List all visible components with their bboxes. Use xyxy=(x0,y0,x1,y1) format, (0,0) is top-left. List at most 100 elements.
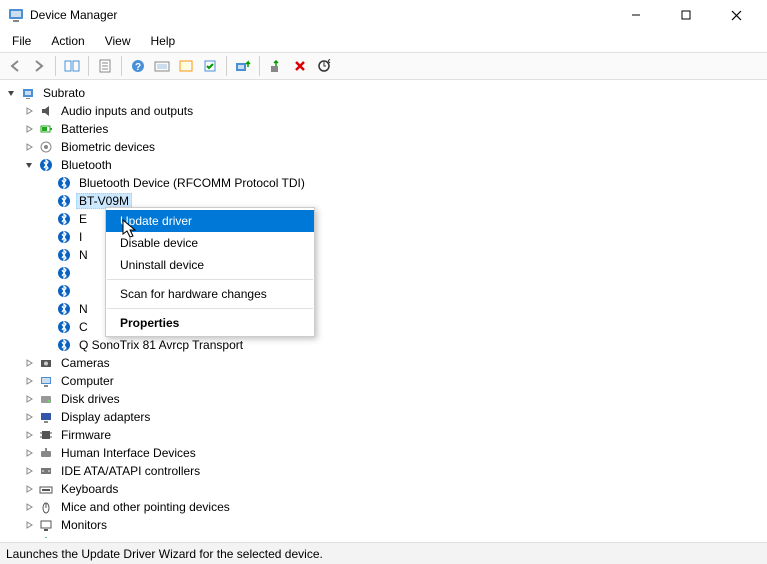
tree-category-3[interactable]: Bluetooth xyxy=(4,156,767,174)
expand-icon[interactable] xyxy=(22,410,36,424)
tree-category-12[interactable]: Mice and other pointing devices xyxy=(4,498,767,516)
expand-icon xyxy=(40,320,54,334)
context-menu-item-uninstall-device[interactable]: Uninstall device xyxy=(106,254,314,276)
close-button[interactable] xyxy=(713,2,759,28)
menu-help[interactable]: Help xyxy=(143,32,184,50)
uninstall-icon[interactable] xyxy=(265,55,287,77)
tree-item-label: Q SonoTrix 81 Avrcp Transport xyxy=(76,338,246,352)
properties-icon[interactable] xyxy=(94,55,116,77)
tree-category-10[interactable]: IDE ATA/ATAPI controllers xyxy=(4,462,767,480)
svg-text:?: ? xyxy=(135,62,141,73)
expand-icon[interactable] xyxy=(22,428,36,442)
expand-icon[interactable] xyxy=(22,122,36,136)
battery-icon xyxy=(38,121,54,137)
bluetooth-icon xyxy=(56,283,72,299)
tree-item-label: Network adapters xyxy=(58,536,158,538)
tree-item-label: Monitors xyxy=(58,518,110,532)
expand-icon xyxy=(40,176,54,190)
tree-category-9[interactable]: Human Interface Devices xyxy=(4,444,767,462)
tree-category-1[interactable]: Batteries xyxy=(4,120,767,138)
forward-icon[interactable] xyxy=(28,55,50,77)
bluetooth-icon xyxy=(56,337,72,353)
tree-item-label: C xyxy=(76,320,91,334)
enable-icon[interactable] xyxy=(199,55,221,77)
tree-category-6[interactable]: Disk drives xyxy=(4,390,767,408)
scan-icon[interactable] xyxy=(313,55,335,77)
tree-category-13[interactable]: Monitors xyxy=(4,516,767,534)
refresh-icon[interactable] xyxy=(175,55,197,77)
firmware-icon xyxy=(38,427,54,443)
tree-item-label: Audio inputs and outputs xyxy=(58,104,196,118)
tree-item-label: Firmware xyxy=(58,428,114,442)
expand-icon xyxy=(40,248,54,262)
expand-icon[interactable] xyxy=(22,392,36,406)
camera-icon xyxy=(38,355,54,371)
minimize-button[interactable] xyxy=(613,2,659,28)
tree-device-3-0[interactable]: Bluetooth Device (RFCOMM Protocol TDI) xyxy=(4,174,767,192)
tree-device-3-9[interactable]: Q SonoTrix 81 Avrcp Transport xyxy=(4,336,767,354)
context-menu-separator xyxy=(107,308,313,309)
monitor-icon xyxy=(38,517,54,533)
show-hidden-icon[interactable] xyxy=(61,55,83,77)
computer-icon xyxy=(38,373,54,389)
tree-item-label: Batteries xyxy=(58,122,111,136)
back-icon[interactable] xyxy=(4,55,26,77)
context-menu-item-update-driver[interactable]: Update driver xyxy=(106,210,314,232)
context-menu: Update driverDisable deviceUninstall dev… xyxy=(105,207,315,337)
expand-icon[interactable] xyxy=(22,500,36,514)
expand-icon[interactable] xyxy=(22,482,36,496)
tree-item-label: Mice and other pointing devices xyxy=(58,500,233,514)
hid-icon xyxy=(38,445,54,461)
tree-root[interactable]: Subrato xyxy=(4,84,767,102)
menubar: File Action View Help xyxy=(0,30,767,52)
tree-item-label: I xyxy=(76,230,85,244)
expand-icon[interactable] xyxy=(22,464,36,478)
expand-icon[interactable] xyxy=(22,140,36,154)
menu-view[interactable]: View xyxy=(97,32,139,50)
window-title: Device Manager xyxy=(30,8,613,22)
tree-category-0[interactable]: Audio inputs and outputs xyxy=(4,102,767,120)
tree-category-5[interactable]: Computer xyxy=(4,372,767,390)
tree-item-label: Display adapters xyxy=(58,410,153,424)
context-menu-item-properties[interactable]: Properties xyxy=(106,312,314,334)
disable-icon[interactable] xyxy=(289,55,311,77)
tree-category-2[interactable]: Biometric devices xyxy=(4,138,767,156)
expand-icon[interactable] xyxy=(22,446,36,460)
maximize-button[interactable] xyxy=(663,2,709,28)
bluetooth-icon xyxy=(56,211,72,227)
tree-category-8[interactable]: Firmware xyxy=(4,426,767,444)
tree-item-label: N xyxy=(76,302,91,316)
update-driver-icon[interactable] xyxy=(232,55,254,77)
tree-category-14[interactable]: Network adapters xyxy=(4,534,767,538)
expand-icon[interactable] xyxy=(4,86,18,100)
expand-icon[interactable] xyxy=(22,518,36,532)
tree-category-11[interactable]: Keyboards xyxy=(4,480,767,498)
expand-icon[interactable] xyxy=(22,158,36,172)
bluetooth-icon xyxy=(56,247,72,263)
context-menu-item-disable-device[interactable]: Disable device xyxy=(106,232,314,254)
tree-item-label: Human Interface Devices xyxy=(58,446,199,460)
context-menu-item-scan-for-hardware-changes[interactable]: Scan for hardware changes xyxy=(106,283,314,305)
menu-file[interactable]: File xyxy=(4,32,39,50)
keyboard-icon xyxy=(38,481,54,497)
expand-icon[interactable] xyxy=(22,536,36,538)
tree-item-label: Cameras xyxy=(58,356,113,370)
expand-icon[interactable] xyxy=(22,356,36,370)
statusbar: Launches the Update Driver Wizard for th… xyxy=(0,542,767,564)
tree-item-label: Keyboards xyxy=(58,482,121,496)
statusbar-text: Launches the Update Driver Wizard for th… xyxy=(6,547,323,561)
bluetooth-icon xyxy=(56,175,72,191)
action-icon[interactable] xyxy=(151,55,173,77)
bluetooth-icon xyxy=(56,265,72,281)
tree-category-4[interactable]: Cameras xyxy=(4,354,767,372)
expand-icon[interactable] xyxy=(22,374,36,388)
tree-item-label: Subrato xyxy=(40,86,88,100)
expand-icon xyxy=(40,338,54,352)
menu-action[interactable]: Action xyxy=(43,32,92,50)
bluetooth-icon xyxy=(38,157,54,173)
expand-icon[interactable] xyxy=(22,104,36,118)
app-icon xyxy=(8,7,24,23)
help-icon[interactable]: ? xyxy=(127,55,149,77)
tree-category-7[interactable]: Display adapters xyxy=(4,408,767,426)
expand-icon xyxy=(40,230,54,244)
